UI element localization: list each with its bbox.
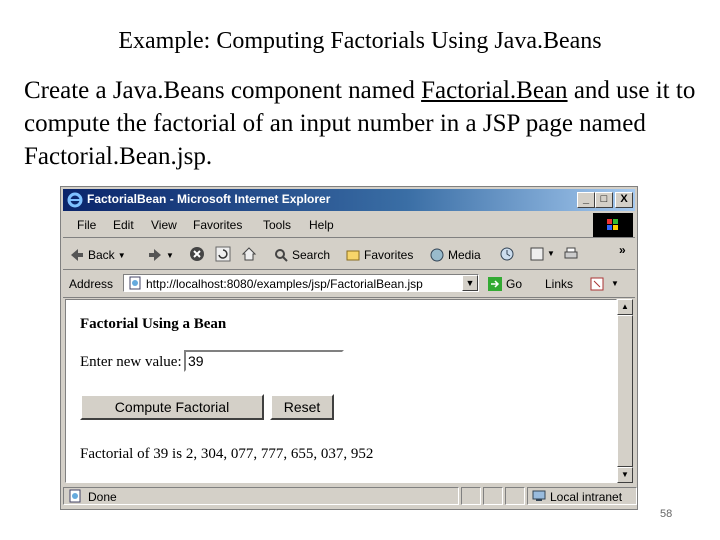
scroll-up-icon[interactable]: ▲	[617, 299, 633, 315]
address-bar: Address http://localhost:8080/examples/j…	[63, 271, 635, 298]
forward-dropdown-icon[interactable]: ▼	[166, 251, 174, 260]
close-button[interactable]: X	[615, 192, 633, 208]
menu-edit[interactable]: Edit	[113, 218, 134, 232]
search-icon	[275, 249, 288, 262]
factorial-result: Factorial of 39 is 2, 304, 077, 777, 655…	[80, 446, 374, 462]
address-input[interactable]: http://localhost:8080/examples/jsp/Facto…	[123, 274, 479, 292]
status-cell-4	[505, 487, 525, 505]
address-label: Address	[69, 277, 114, 291]
status-left: Done	[63, 487, 459, 505]
go-label: Go	[506, 277, 523, 291]
page-content: Factorial Using a Bean Enter new value: …	[65, 299, 617, 483]
refresh-icon[interactable]	[215, 246, 231, 262]
back-button[interactable]: Back ▼	[69, 247, 126, 263]
mail-dropdown-icon[interactable]: ▼	[547, 249, 555, 258]
address-url: http://localhost:8080/examples/jsp/Facto…	[146, 277, 423, 291]
media-button[interactable]: Media	[429, 247, 481, 263]
intranet-icon	[532, 490, 546, 501]
windows-logo-icon	[593, 213, 633, 237]
bean-name-link: Factorial.Bean	[421, 77, 568, 104]
links-label[interactable]: Links	[545, 277, 573, 291]
title-bar: FactorialBean - Microsoft Internet Explo…	[63, 189, 635, 211]
body-text-1: Create a Java.Beans component named	[24, 77, 422, 104]
mail-icon[interactable]	[529, 246, 545, 262]
reset-button[interactable]: Reset	[270, 394, 334, 420]
go-arrow-icon	[488, 277, 502, 291]
browser-window: FactorialBean - Microsoft Internet Explo…	[60, 186, 638, 510]
minimize-button[interactable]: _	[577, 192, 595, 208]
links-page-icon[interactable]	[589, 276, 605, 292]
maximize-button[interactable]: □	[595, 192, 613, 208]
print-icon[interactable]	[563, 246, 579, 262]
stop-icon[interactable]	[189, 246, 205, 262]
links-dropdown-icon[interactable]: ▼	[611, 279, 619, 288]
status-zone: Local intranet	[527, 487, 637, 505]
favorites-button[interactable]: Favorites	[345, 247, 413, 263]
toolbar-chevron[interactable]: »	[619, 243, 626, 257]
back-label: Back	[88, 248, 115, 262]
input-label: Enter new value:	[80, 354, 182, 370]
menu-favorites[interactable]: Favorites	[193, 218, 242, 232]
value-input[interactable]: 39	[184, 350, 344, 372]
status-text: Done	[88, 490, 117, 504]
page-number: 58	[660, 508, 673, 520]
window-title: FactorialBean - Microsoft Internet Explo…	[87, 192, 331, 206]
history-icon[interactable]	[499, 246, 515, 262]
forward-arrow-icon	[149, 249, 161, 261]
slide-title: Example: Computing Factorials Using Java…	[118, 28, 602, 54]
ie-icon	[67, 192, 83, 208]
done-page-icon	[69, 489, 81, 503]
scroll-thumb[interactable]	[617, 315, 633, 467]
compute-factorial-button[interactable]: Compute Factorial	[80, 394, 264, 420]
back-dropdown-icon[interactable]: ▼	[118, 251, 126, 260]
menu-view[interactable]: View	[151, 218, 177, 232]
menu-bar: File Edit View Favorites Tools Help	[63, 213, 635, 238]
menu-help[interactable]: Help	[309, 218, 334, 232]
toolbar: Back ▼ ▼ Search Favorites Media ▼ »	[63, 239, 635, 270]
search-button[interactable]: Search	[273, 247, 330, 263]
media-label: Media	[448, 248, 481, 262]
address-dropdown-icon[interactable]: ▼	[462, 275, 478, 291]
status-cell-2	[461, 487, 481, 505]
forward-button[interactable]: ▼	[147, 247, 174, 263]
page-icon	[129, 276, 141, 290]
back-arrow-icon	[71, 249, 83, 261]
home-icon[interactable]	[241, 246, 257, 262]
page-heading: Factorial Using a Bean	[80, 316, 227, 332]
favorites-icon	[346, 250, 360, 261]
scroll-down-icon[interactable]: ▼	[617, 467, 633, 483]
menu-file[interactable]: File	[77, 218, 96, 232]
slide-body: Create a Java.Beans component named Fact…	[24, 74, 704, 173]
go-button[interactable]: Go	[487, 276, 522, 292]
search-label: Search	[292, 248, 331, 262]
status-bar: Done Local intranet	[63, 485, 637, 507]
zone-text: Local intranet	[550, 490, 623, 504]
status-cell-3	[483, 487, 503, 505]
favorites-label: Favorites	[364, 248, 414, 262]
menu-tools[interactable]: Tools	[263, 218, 291, 232]
vertical-scrollbar[interactable]: ▲ ▼	[617, 299, 633, 483]
media-icon	[430, 248, 444, 262]
